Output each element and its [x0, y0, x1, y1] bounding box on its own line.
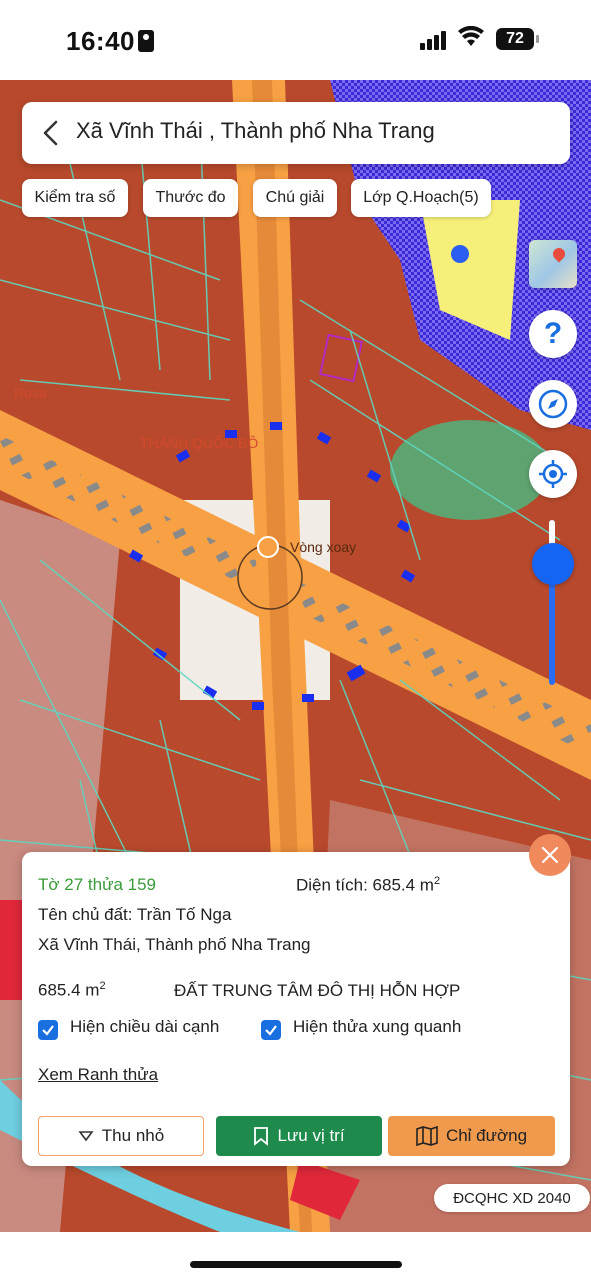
bookmark-icon	[254, 1127, 269, 1146]
map-label-rosa: Rosa	[14, 385, 47, 401]
area-value-unit-sup: 2	[99, 980, 106, 992]
save-location-button[interactable]: Lưu vị trí	[216, 1116, 382, 1156]
map-label-roundabout: Vòng xoay	[290, 539, 356, 555]
area-summary-text: Diện tích: 685.4 m	[296, 875, 434, 895]
collapse-label: Thu nhỏ	[101, 1126, 165, 1145]
compass-icon	[538, 389, 568, 419]
map-icon	[416, 1126, 438, 1146]
directions-button[interactable]: Chỉ đường	[388, 1116, 555, 1156]
status-bar: 16:40 72	[0, 0, 591, 80]
checkmark-icon	[42, 1025, 54, 1036]
close-icon	[541, 846, 559, 864]
planning-version-badge: ĐCQHC XD 2040	[434, 1184, 590, 1212]
show-edge-lengths-label: Hiện chiều dài cạnh	[70, 1017, 220, 1036]
area-value-text: 685.4 m	[38, 980, 100, 1000]
show-neighbor-parcels-label: Hiện thửa xung quanh	[293, 1017, 462, 1036]
directions-label: Chỉ đường	[445, 1126, 528, 1145]
compass-button[interactable]	[529, 380, 577, 428]
back-arrow-icon[interactable]	[36, 116, 64, 150]
status-time: 16:40	[66, 26, 135, 56]
save-location-label: Lưu vị trí	[277, 1126, 345, 1145]
owner-name: Tên chủ đất: Trần Tố Nga	[38, 905, 232, 924]
location-title: Xã Vĩnh Thái , Thành phố Nha Trang	[76, 118, 435, 143]
zoom-slider-handle[interactable]	[532, 543, 574, 585]
land-use-type: ĐẤT TRUNG TÂM ĐÔ THỊ HỖN HỢP	[174, 981, 461, 1000]
cellular-signal-icon	[420, 30, 450, 50]
area-summary: Diện tích: 685.4 m2	[296, 875, 440, 896]
legend-button[interactable]: Chú giải	[253, 179, 337, 217]
area-value: 685.4 m2	[38, 980, 106, 1001]
parcel-info-card: Tờ 27 thửa 159 Diện tích: 685.4 m2 Tên c…	[22, 852, 570, 1166]
parcel-address: Xã Vĩnh Thái, Thành phố Nha Trang	[38, 935, 311, 954]
measure-button[interactable]: Thước đo	[143, 179, 238, 217]
triangle-down-icon	[78, 1131, 94, 1142]
location-header: Xã Vĩnh Thái , Thành phố Nha Trang	[22, 102, 570, 164]
show-neighbor-parcels-checkbox[interactable]	[261, 1020, 281, 1040]
show-edge-lengths-checkbox[interactable]	[38, 1020, 58, 1040]
help-button[interactable]: ?	[529, 310, 577, 358]
home-indicator[interactable]	[190, 1261, 402, 1268]
locate-button[interactable]	[529, 450, 577, 498]
basemap-toggle-button[interactable]	[529, 240, 577, 288]
checkmark-icon	[265, 1025, 277, 1036]
battery-indicator: 72	[496, 28, 539, 50]
close-card-button[interactable]	[529, 834, 571, 876]
bottom-safe-area	[0, 1232, 591, 1280]
collapse-button[interactable]: Thu nhỏ	[38, 1116, 204, 1156]
sheet-plot-number: Tờ 27 thửa 159	[38, 875, 156, 894]
id-card-icon	[138, 30, 154, 52]
wifi-icon	[458, 25, 484, 55]
view-boundary-link[interactable]: Xem Ranh thửa	[38, 1065, 158, 1085]
map-label-place: THÀNH QUỐC BÔ	[140, 434, 258, 451]
planning-layers-button[interactable]: Lớp Q.Hoạch(5)	[351, 179, 491, 217]
question-icon: ?	[543, 317, 563, 350]
area-summary-unit-sup: 2	[433, 875, 441, 887]
locate-icon	[539, 460, 567, 488]
check-number-button[interactable]: Kiểm tra số	[22, 179, 128, 217]
